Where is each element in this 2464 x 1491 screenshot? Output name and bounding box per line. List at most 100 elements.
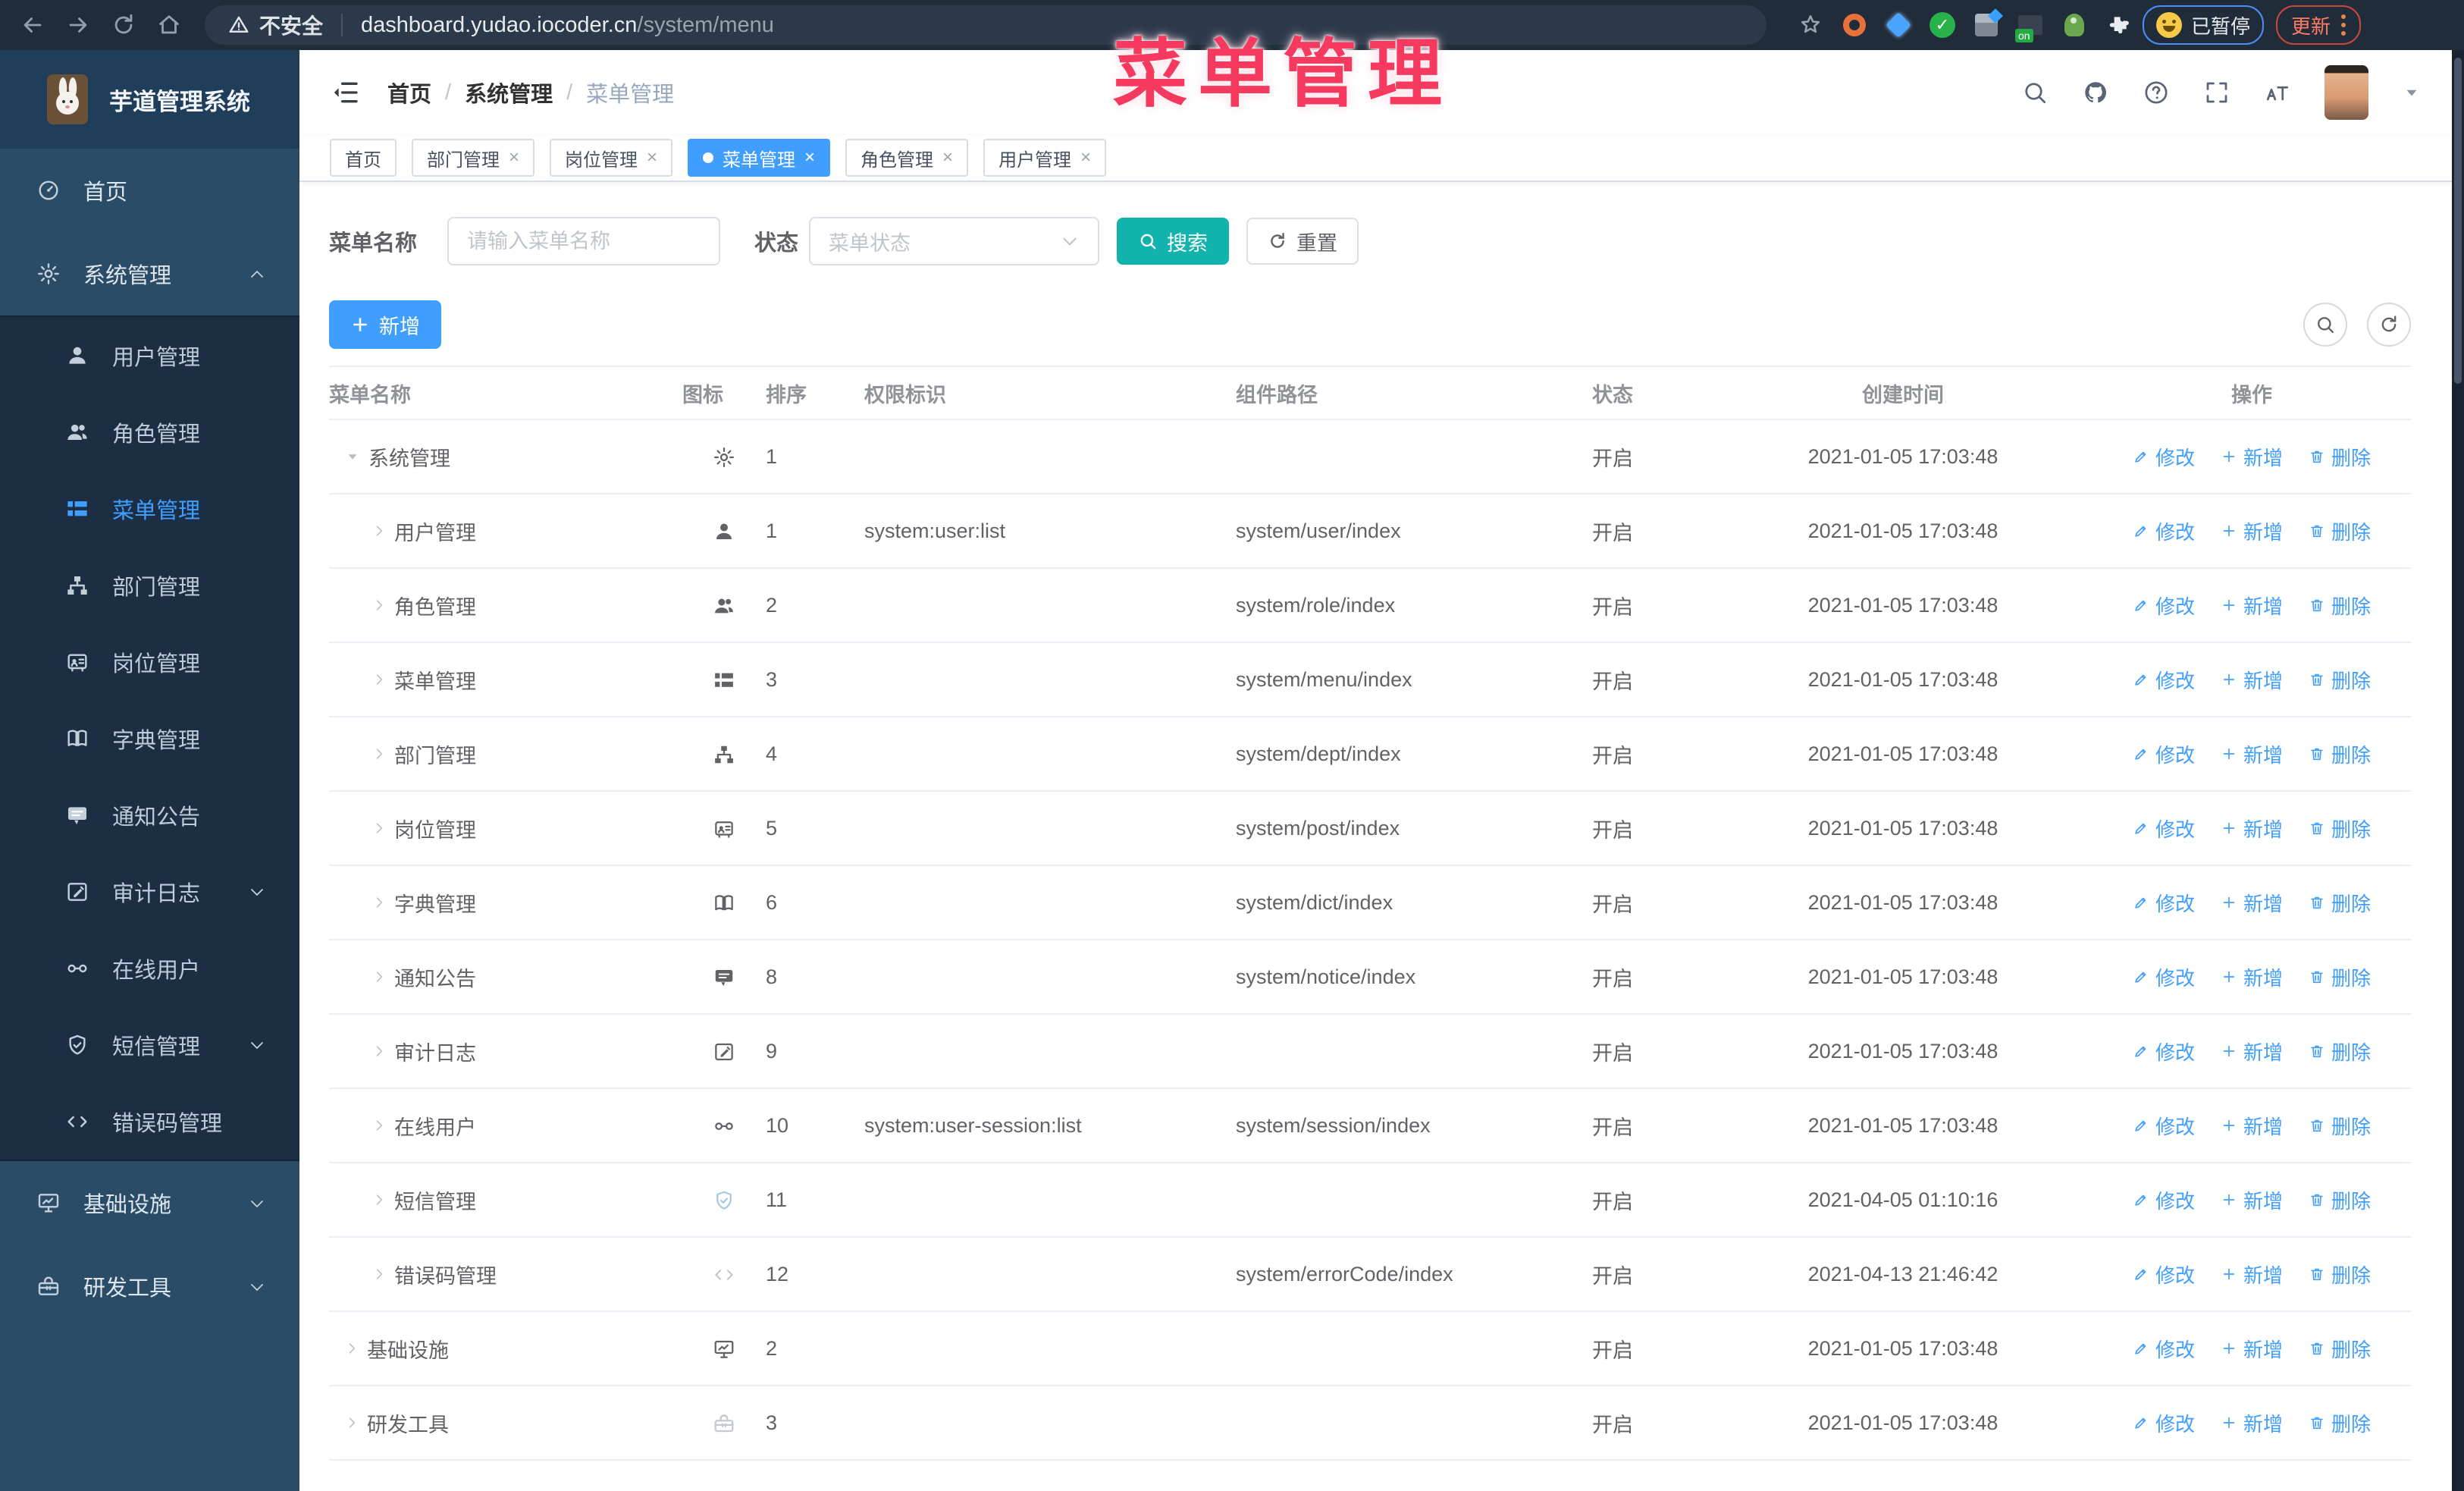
- expand-toggle[interactable]: [371, 1044, 387, 1059]
- row-add-link[interactable]: 新增: [2221, 1409, 2283, 1437]
- row-delete-link[interactable]: 删除: [2309, 1186, 2371, 1214]
- app-logo[interactable]: 芋道管理系统: [0, 50, 299, 149]
- row-delete-link[interactable]: 删除: [2309, 1112, 2371, 1140]
- row-add-link[interactable]: 新增: [2221, 1112, 2283, 1140]
- expand-toggle[interactable]: [371, 523, 387, 538]
- sidebar-fold-icon[interactable]: [330, 77, 360, 108]
- chevron-right-icon[interactable]: [371, 821, 387, 836]
- row-add-link[interactable]: 新增: [2221, 517, 2283, 545]
- chevron-right-icon[interactable]: [344, 1341, 359, 1356]
- question-button[interactable]: [2143, 79, 2170, 106]
- row-delete-link[interactable]: 删除: [2309, 592, 2371, 620]
- sidebar-item-dev-tool[interactable]: 研发工具: [0, 1245, 299, 1328]
- close-tab-icon[interactable]: ×: [509, 147, 519, 168]
- close-tab-icon[interactable]: ×: [1080, 147, 1091, 168]
- browser-forward-icon[interactable]: [65, 12, 91, 38]
- row-edit-link[interactable]: 修改: [2133, 443, 2195, 471]
- row-delete-link[interactable]: 删除: [2309, 517, 2371, 545]
- sidebar-item-notice[interactable]: 通知公告: [0, 777, 299, 853]
- profile-paused-badge[interactable]: 已暂停: [2143, 5, 2265, 45]
- expand-toggle[interactable]: [371, 1267, 387, 1282]
- extension-orange-icon[interactable]: [1841, 11, 1868, 39]
- close-tab-icon[interactable]: ×: [647, 147, 657, 168]
- tab-dept[interactable]: 部门管理 ×: [412, 139, 535, 177]
- row-edit-link[interactable]: 修改: [2133, 963, 2195, 991]
- row-delete-link[interactable]: 删除: [2309, 815, 2371, 843]
- row-edit-link[interactable]: 修改: [2133, 1112, 2195, 1140]
- search-button[interactable]: [2021, 79, 2049, 106]
- row-delete-link[interactable]: 删除: [2309, 1260, 2371, 1289]
- sidebar-item-system-mgmt[interactable]: 系统管理: [0, 232, 299, 315]
- expand-toggle[interactable]: [371, 598, 387, 613]
- sidebar-item-user-mgmt[interactable]: 用户管理: [0, 317, 299, 394]
- status-select[interactable]: 菜单状态: [809, 217, 1100, 265]
- row-edit-link[interactable]: 修改: [2133, 517, 2195, 545]
- extension-green-check-icon[interactable]: ✓: [1929, 11, 1956, 39]
- chevron-right-icon[interactable]: [371, 1267, 387, 1282]
- expand-toggle[interactable]: [371, 746, 387, 761]
- row-edit-link[interactable]: 修改: [2133, 889, 2195, 917]
- hide-search-button[interactable]: [2303, 303, 2347, 347]
- row-add-link[interactable]: 新增: [2221, 1037, 2283, 1066]
- add-button[interactable]: 新增: [329, 300, 441, 349]
- bookmark-star-icon[interactable]: [1797, 11, 1824, 39]
- url-bar[interactable]: 不安全 dashboard.yudao.iocoder.cn/system/me…: [205, 5, 1766, 45]
- chevron-right-icon[interactable]: [371, 1118, 387, 1133]
- row-add-link[interactable]: 新增: [2221, 963, 2283, 991]
- refresh-table-button[interactable]: [2367, 303, 2411, 347]
- sidebar-item-audit-log[interactable]: 审计日志: [0, 853, 299, 930]
- extension-blue-icon[interactable]: [1885, 11, 1912, 39]
- sidebar-item-home[interactable]: 首页: [0, 149, 299, 232]
- sidebar-item-sms-mgmt[interactable]: 短信管理: [0, 1006, 299, 1083]
- close-tab-icon[interactable]: ×: [942, 147, 953, 168]
- chevron-right-icon[interactable]: [371, 1044, 387, 1059]
- browser-home-icon[interactable]: [156, 12, 182, 38]
- sidebar-item-post-mgmt[interactable]: 岗位管理: [0, 623, 299, 700]
- sidebar-item-errcode-mgmt[interactable]: 错误码管理: [0, 1083, 299, 1160]
- row-add-link[interactable]: 新增: [2221, 815, 2283, 843]
- expand-toggle[interactable]: [371, 672, 387, 687]
- expand-toggle[interactable]: [371, 821, 387, 836]
- extensions-puzzle-icon[interactable]: [2105, 11, 2132, 39]
- row-delete-link[interactable]: 删除: [2309, 740, 2371, 768]
- window-scrollbar[interactable]: [2452, 50, 2464, 1491]
- extension-grid-icon[interactable]: [1973, 8, 2003, 39]
- browser-update-button[interactable]: 更新: [2276, 5, 2362, 45]
- chevron-right-icon[interactable]: [344, 1415, 359, 1430]
- tab-home[interactable]: 首页: [330, 139, 397, 177]
- scrollbar-thumb[interactable]: [2454, 58, 2462, 384]
- sidebar-item-online-user[interactable]: 在线用户: [0, 930, 299, 1006]
- row-add-link[interactable]: 新增: [2221, 666, 2283, 694]
- sidebar-item-menu-mgmt[interactable]: 菜单管理: [0, 470, 299, 547]
- browser-reload-icon[interactable]: [111, 12, 136, 38]
- expand-toggle[interactable]: [371, 1118, 387, 1133]
- reset-button[interactable]: 重置: [1246, 218, 1359, 265]
- browser-menu-icon[interactable]: [2341, 14, 2346, 36]
- expand-toggle[interactable]: [371, 1192, 387, 1207]
- expand-toggle[interactable]: [344, 448, 361, 465]
- tab-user[interactable]: 用户管理 ×: [983, 139, 1107, 177]
- extension-on-icon[interactable]: on: [2015, 11, 2044, 42]
- menu-name-input[interactable]: [447, 217, 721, 265]
- row-delete-link[interactable]: 删除: [2309, 963, 2371, 991]
- sidebar-item-dept-mgmt[interactable]: 部门管理: [0, 547, 299, 623]
- row-edit-link[interactable]: 修改: [2133, 1409, 2195, 1437]
- row-delete-link[interactable]: 删除: [2309, 666, 2371, 694]
- close-tab-icon[interactable]: ×: [804, 147, 815, 168]
- row-edit-link[interactable]: 修改: [2133, 1037, 2195, 1066]
- row-add-link[interactable]: 新增: [2221, 592, 2283, 620]
- browser-back-icon[interactable]: [20, 12, 45, 38]
- row-edit-link[interactable]: 修改: [2133, 815, 2195, 843]
- row-edit-link[interactable]: 修改: [2133, 592, 2195, 620]
- chevron-right-icon[interactable]: [371, 598, 387, 613]
- tab-menu[interactable]: 菜单管理 ×: [688, 139, 831, 177]
- tab-post[interactable]: 岗位管理 ×: [550, 139, 673, 177]
- chevron-right-icon[interactable]: [371, 746, 387, 761]
- chevron-right-icon[interactable]: [371, 969, 387, 984]
- tab-role[interactable]: 角色管理 ×: [845, 139, 969, 177]
- chevron-right-icon[interactable]: [371, 523, 387, 538]
- user-avatar[interactable]: [2324, 65, 2368, 120]
- caret-down-icon[interactable]: [344, 448, 361, 465]
- extension-green-icon[interactable]: [2061, 11, 2088, 39]
- search-button[interactable]: 搜索: [1117, 218, 1230, 265]
